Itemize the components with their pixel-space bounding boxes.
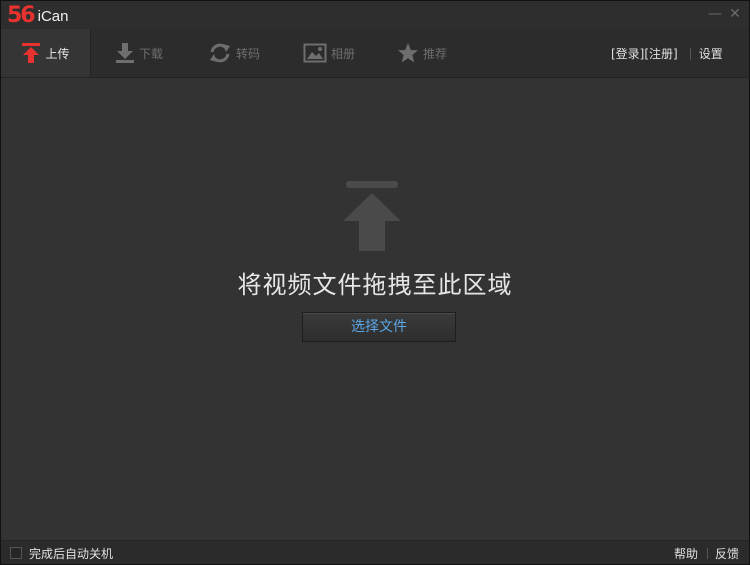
status-bar: 完成后自动关机 帮助 反馈 [1,540,749,564]
convert-refresh-icon [210,43,230,63]
title-bar[interactable]: 56 iCan — ✕ [1,1,749,29]
tab-upload[interactable]: 上传 [1,29,91,77]
account-links: [登录] [注册] 设置 [611,45,723,62]
tab-album-label: 相册 [331,46,356,61]
album-image-icon [303,43,327,63]
star-icon [398,43,418,63]
tab-album[interactable]: 相册 [303,29,355,77]
drop-hint-text: 将视频文件拖拽至此区域 [237,271,513,299]
close-button[interactable]: ✕ [727,6,743,22]
help-link[interactable]: 帮助 [674,545,698,562]
tab-download-label: 下载 [139,46,164,61]
tab-recommend[interactable]: 推荐 [397,29,447,77]
login-link[interactable]: [登录] [611,45,644,62]
app-name: iCan [37,7,69,25]
drop-upload-icon [343,181,401,251]
minimize-button[interactable]: — [707,6,723,22]
settings-link[interactable]: 设置 [699,45,723,62]
main-toolbar: 上传 下载 转码 相册 推荐 [登录] [注册] 设置 [1,29,749,78]
logo-mark: 56 [7,3,36,28]
upload-arrow-icon [22,43,41,63]
tab-download[interactable]: 下载 [115,29,163,77]
register-link[interactable]: [注册] [644,45,677,62]
tab-recommend-label: 推荐 [423,46,448,61]
drop-area[interactable]: 将视频文件拖拽至此区域 选择文件 [1,78,749,540]
app-logo: 56 iCan [7,5,68,27]
app-window: 56 iCan — ✕ 上传 下载 转码 相册 推荐 [登录] [注册] 设置 … [0,0,750,565]
feedback-link[interactable]: 反馈 [715,545,739,562]
auto-shutdown-label[interactable]: 完成后自动关机 [29,545,113,562]
download-arrow-icon [116,43,134,63]
tab-upload-label: 上传 [45,46,70,61]
account-divider [689,47,691,60]
tab-convert[interactable]: 转码 [208,29,260,77]
statusbar-divider [707,548,708,559]
auto-shutdown-checkbox[interactable] [10,547,22,559]
select-file-button[interactable]: 选择文件 [302,312,456,342]
tab-convert-label: 转码 [236,46,261,61]
